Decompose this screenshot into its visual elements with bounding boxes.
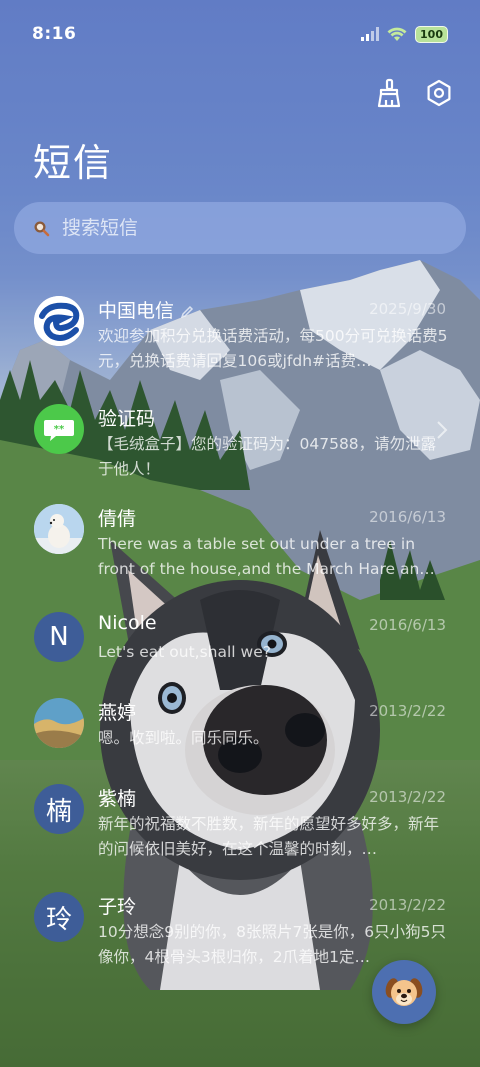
- chat-bubble-icon: **: [34, 404, 84, 454]
- battery-icon: 100: [415, 25, 448, 43]
- search-bar[interactable]: [14, 202, 466, 254]
- message-preview: 嗯。收到啦。同乐同乐。: [98, 729, 269, 747]
- message-date: 2013/2/22: [369, 788, 446, 806]
- message-item[interactable]: 倩倩 2016/6/13 There was a table set out u…: [0, 490, 480, 578]
- search-input[interactable]: [62, 217, 466, 239]
- message-preview: Let's eat out,shall we?: [98, 643, 271, 661]
- broom-icon[interactable]: [374, 78, 404, 108]
- message-date: 2013/2/22: [369, 896, 446, 914]
- contact-name: 子玲: [98, 896, 137, 918]
- china-telecom-logo: [34, 296, 84, 346]
- message-date: 2016/6/13: [369, 508, 446, 526]
- avatar: 楠: [34, 784, 84, 834]
- contact-name: Nicole: [98, 612, 157, 634]
- compose-button[interactable]: [372, 960, 436, 1024]
- message-preview: 【毛绒盒子】您的验证码为：047588，请勿泄露于他人！: [98, 435, 437, 478]
- message-date: 2025/9/30: [369, 300, 446, 318]
- chevron-right-icon: [437, 421, 448, 439]
- message-item[interactable]: 中国电信 2025/9/30 欢迎参加积分兑换话费活动，每500分可兑换话费5元…: [0, 282, 480, 370]
- status-time: 8:16: [32, 24, 77, 44]
- message-item[interactable]: 楠 紫楠 2013/2/22 新年的祝福数不胜数，新年的愿望好多好多，新年的问候…: [0, 770, 480, 858]
- message-item[interactable]: 玲 子玲 2013/2/22 10分想念9别的你，8张照片7张是你，6只小狗5只…: [0, 878, 480, 966]
- dog-face-icon: [385, 978, 423, 1006]
- message-preview: There was a table set out under a tree i…: [98, 535, 435, 578]
- polar-bear-photo: [34, 504, 84, 554]
- message-item[interactable]: N Nicole 2016/6/13 Let's eat out,shall w…: [0, 598, 480, 678]
- message-preview: 新年的祝福数不胜数，新年的愿望好多好多，新年的问候依旧美好，在这个温馨的时刻，…: [98, 815, 440, 858]
- message-item[interactable]: ** 验证码 【毛绒盒子】您的验证码为：047588，请勿泄露于他人！: [0, 390, 480, 478]
- avatar: 玲: [34, 892, 84, 942]
- contact-name: 倩倩: [98, 508, 137, 530]
- edit-icon: [180, 305, 194, 318]
- contact-name: 中国电信: [98, 296, 194, 323]
- message-preview: 欢迎参加积分兑换话费活动，每500分可兑换话费5元，兑换话费请回复106或jfd…: [98, 327, 448, 370]
- signal-icon: [361, 27, 380, 41]
- message-date: 2016/6/13: [369, 616, 446, 634]
- contact-name: 紫楠: [98, 788, 137, 810]
- contact-name: 燕婷: [98, 702, 137, 724]
- svg-text:**: **: [54, 424, 65, 435]
- settings-icon[interactable]: [424, 78, 454, 108]
- status-bar: 8:16 100: [0, 0, 480, 68]
- search-icon: [34, 221, 50, 237]
- top-actions: [374, 78, 454, 108]
- message-item[interactable]: 燕婷 2013/2/22 嗯。收到啦。同乐同乐。: [0, 684, 480, 764]
- contact-name: 验证码: [98, 408, 156, 430]
- message-date: 2013/2/22: [369, 702, 446, 720]
- landscape-photo: [34, 698, 84, 748]
- status-icons: 100: [361, 25, 448, 43]
- wifi-icon: [387, 27, 407, 41]
- page-title: 短信: [33, 141, 114, 185]
- avatar: N: [34, 612, 84, 662]
